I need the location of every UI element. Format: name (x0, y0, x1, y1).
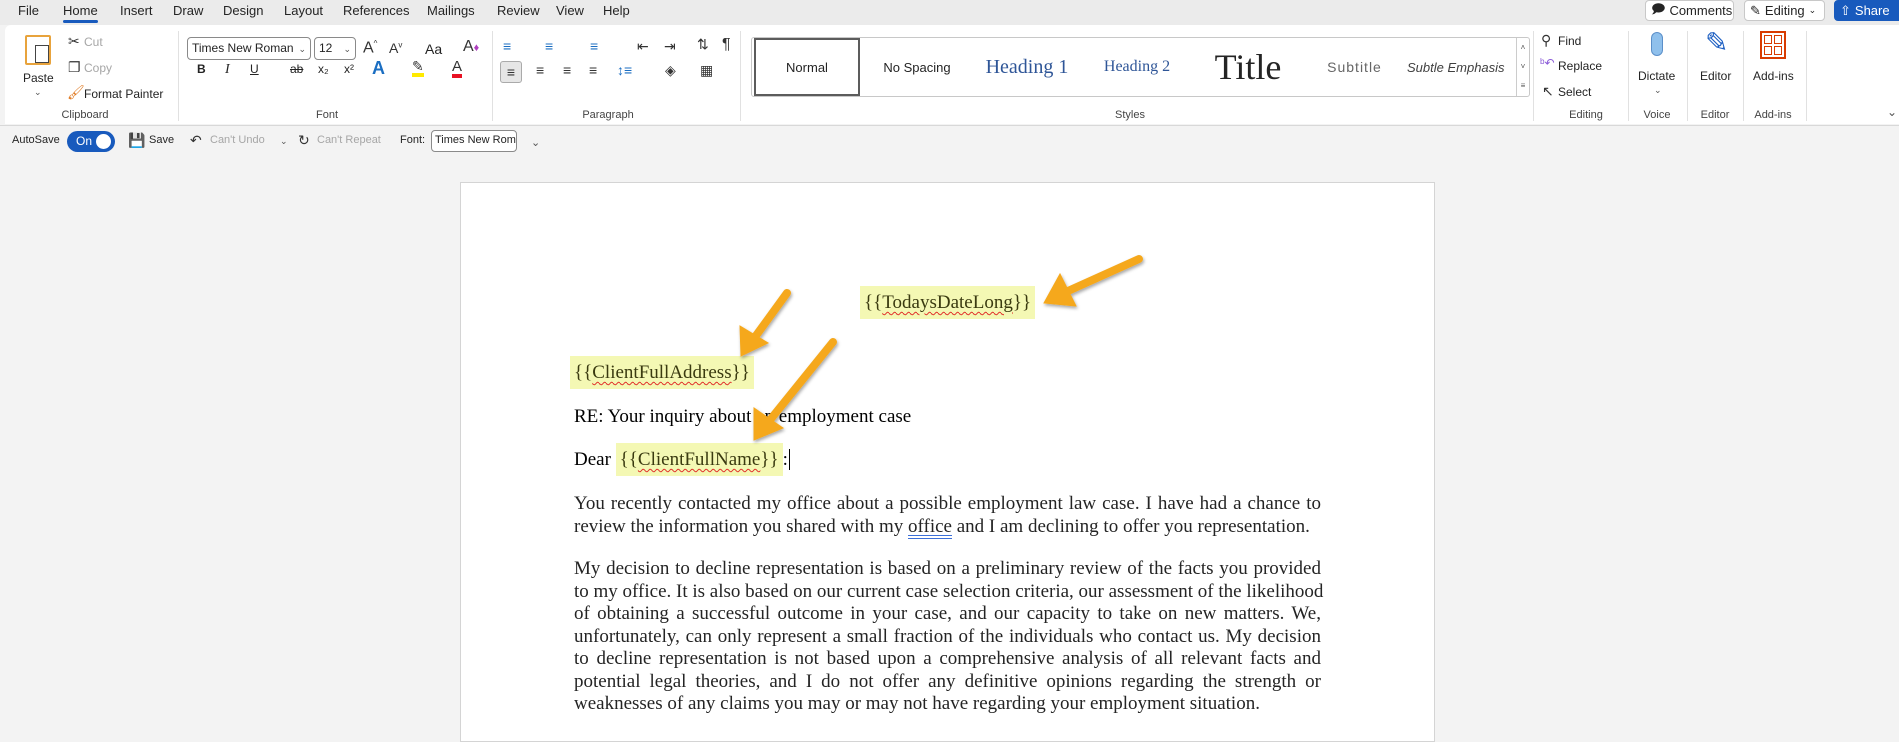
arrow-to-date (1043, 255, 1143, 307)
annotation-arrows (739, 255, 1143, 441)
arrow-to-name (753, 338, 837, 441)
arrow-to-address (739, 289, 791, 357)
